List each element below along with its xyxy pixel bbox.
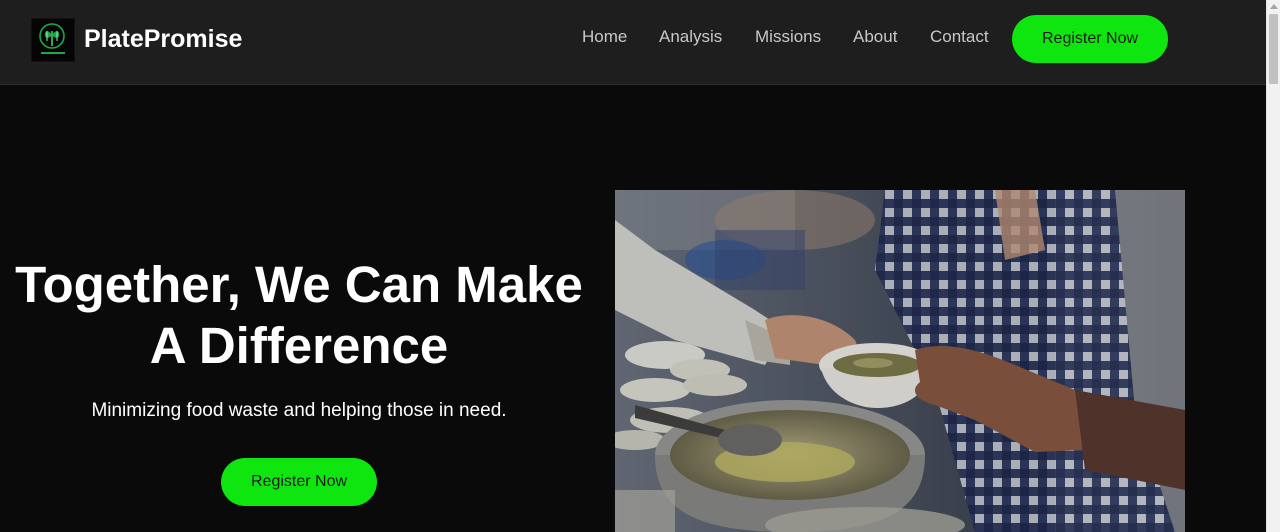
nav-link-missions[interactable]: Missions: [755, 26, 821, 48]
nav-link-contact[interactable]: Contact: [930, 26, 989, 48]
scroll-up-arrow-icon[interactable]: [1270, 4, 1278, 9]
nav-link-analysis[interactable]: Analysis: [659, 26, 722, 48]
hero-image: [615, 190, 1185, 532]
navbar: PlatePromise Home Analysis Missions Abou…: [0, 0, 1266, 85]
hero-title: Together, We Can Make A Difference: [0, 254, 598, 376]
hero-register-button[interactable]: Register Now: [221, 458, 377, 506]
food-serving-photo: [615, 190, 1185, 532]
scrollbar-thumb[interactable]: [1269, 14, 1278, 84]
vertical-scrollbar[interactable]: [1266, 0, 1280, 532]
plate-leaf-logo-icon: [39, 23, 65, 54]
hero-subtitle: Minimizing food waste and helping those …: [91, 400, 507, 421]
page: PlatePromise Home Analysis Missions Abou…: [0, 0, 1280, 532]
nav-register-button[interactable]: Register Now: [1012, 15, 1168, 63]
brand-name[interactable]: PlatePromise: [84, 24, 242, 54]
nav-link-home[interactable]: Home: [582, 26, 627, 48]
hero-title-line-2: A Difference: [149, 317, 449, 374]
nav-link-about[interactable]: About: [853, 26, 897, 48]
hero-title-line-1: Together, We Can Make: [15, 256, 583, 313]
logo[interactable]: [31, 18, 75, 62]
